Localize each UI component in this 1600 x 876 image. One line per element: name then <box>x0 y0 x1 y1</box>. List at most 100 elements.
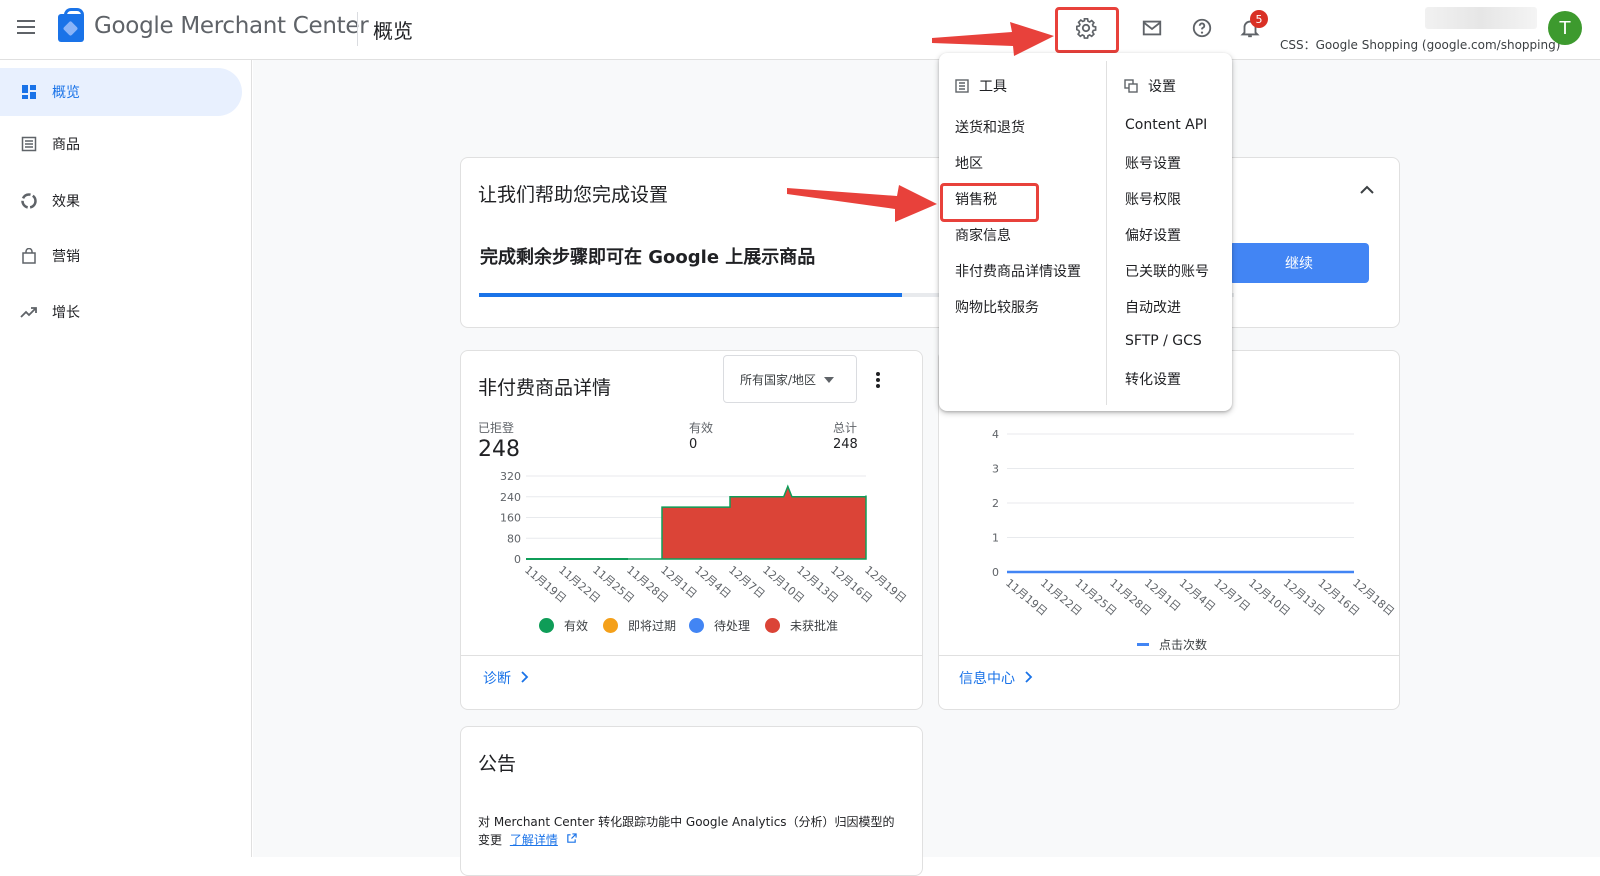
sidebar-item-label: 增长 <box>52 305 80 321</box>
sidebar-item-overview[interactable]: 概览 <box>0 68 242 116</box>
sidebar-item-label: 营销 <box>52 249 80 265</box>
menu-regions[interactable]: 地区 <box>955 153 983 173</box>
sidebar-item-label: 商品 <box>52 137 80 153</box>
y-tick-label: 320 <box>500 470 521 483</box>
menu-shipping-returns[interactable]: 送货和退货 <box>955 117 1025 137</box>
products-area-chart: 08016024032011月19日11月22日11月25日11月28日12月1… <box>500 470 909 605</box>
merchant-center-logo-icon <box>58 8 84 42</box>
settings-highlight-box <box>1055 7 1119 53</box>
legend-pending[interactable]: 待处理 <box>689 617 750 634</box>
stat-label-rejected: 已拒登 <box>478 421 515 435</box>
menu-sftp-gcs[interactable]: SFTP / GCS <box>1125 333 1202 349</box>
menu-conversion-settings[interactable]: 转化设置 <box>1125 369 1181 389</box>
mail-icon[interactable] <box>1136 12 1168 44</box>
settings-dropdown-menu: 工具 送货和退货 地区 销售税 商家信息 非付费商品详情设置 购物比较服务 设置… <box>939 53 1232 411</box>
blurred-account-name <box>1425 7 1537 29</box>
dashboard-link[interactable]: 信息中心 <box>959 668 1033 688</box>
menu-preferences[interactable]: 偏好设置 <box>1125 225 1181 245</box>
menu-linked-accounts[interactable]: 已关联的账号 <box>1125 261 1209 281</box>
sidebar: 概览 商品 效果 营销 增长 <box>0 60 252 857</box>
menu-column-divider <box>1106 61 1107 405</box>
tools-icon <box>955 79 969 93</box>
sidebar-item-label: 效果 <box>52 194 80 210</box>
legend-valid[interactable]: 有效 <box>539 617 588 634</box>
product-details-card: 非付费商品详情 所有国家/地区 已拒登 248 有效 0 总计 248 0 80 1… <box>460 350 923 710</box>
sales-tax-highlight-box <box>940 183 1039 222</box>
dropdown-caret-icon <box>824 372 835 386</box>
card-divider <box>461 655 922 656</box>
sidebar-item-label: 概览 <box>52 85 80 101</box>
avatar[interactable]: T <box>1548 11 1582 45</box>
y-tick-label: 160 <box>500 512 521 525</box>
x-tick-label: 12月7日 <box>726 563 767 601</box>
region-select-value: 所有国家/地区 <box>740 372 817 387</box>
brand-name: Google Merchant Center <box>94 13 369 39</box>
announcement-text-2: 变更 了解详情 <box>478 831 577 848</box>
y-tick-label: 80 <box>507 532 521 545</box>
main-content: 让我们帮助您完成设置 完成剩余步骤即可在 Google 上展示商品 继续 非付费… <box>253 60 1600 876</box>
clicks-line-chart: 0123411月19日11月22日11月25日11月28日12月1日12月4日1… <box>992 428 1397 616</box>
y-tick-label: 0 <box>992 566 999 579</box>
menu-auto-improvements[interactable]: 自动改进 <box>1125 297 1181 317</box>
header-divider <box>357 12 358 46</box>
stat-value-valid: 0 <box>689 437 698 452</box>
menu-free-listings-settings[interactable]: 非付费商品详情设置 <box>955 261 1081 281</box>
setup-subtitle: 完成剩余步骤即可在 Google 上展示商品 <box>480 247 816 268</box>
hamburger-menu-icon[interactable] <box>14 16 38 40</box>
settings-heading: 设置 <box>1124 76 1176 96</box>
y-tick-label: 2 <box>992 497 999 510</box>
trending-up-icon <box>20 303 38 321</box>
css-label: CSS：Google Shopping (google.com/shopping… <box>1280 38 1561 52</box>
stat-label-total: 总计 <box>833 421 858 435</box>
legend-line-icon <box>1137 643 1149 646</box>
donut-icon <box>20 192 38 210</box>
tools-heading: 工具 <box>955 76 1007 96</box>
dashboard-icon <box>20 83 38 101</box>
stat-label-valid: 有效 <box>689 421 714 435</box>
arrow-to-sales-tax-icon <box>787 185 937 222</box>
external-link-icon <box>566 833 577 843</box>
collapse-chevron-icon[interactable] <box>1357 180 1377 204</box>
x-tick-label: 12月4日 <box>692 563 733 601</box>
menu-account-access[interactable]: 账号权限 <box>1125 189 1181 209</box>
legend-expiring[interactable]: 即将过期 <box>603 617 676 634</box>
copy-settings-icon <box>1124 79 1138 93</box>
sidebar-item-products[interactable]: 商品 <box>0 120 242 168</box>
menu-account-settings[interactable]: 账号设置 <box>1125 153 1181 173</box>
more-options-icon[interactable] <box>875 371 881 393</box>
rejected-series-area <box>526 484 867 560</box>
sidebar-item-growth[interactable]: 增长 <box>0 288 242 336</box>
chevron-right-icon <box>521 671 529 683</box>
top-bar: Google Merchant Center 概览 5 CSS：Google S… <box>0 0 1600 60</box>
x-tick-label: 12月4日 <box>1177 576 1218 614</box>
y-tick-label: 4 <box>992 428 999 441</box>
announcement-card: 公告 对 Merchant Center 转化跟踪功能中 Google Anal… <box>460 726 923 876</box>
menu-comparison-shopping[interactable]: 购物比较服务 <box>955 297 1039 317</box>
y-tick-label: 0 <box>514 553 521 566</box>
announcement-title: 公告 <box>478 753 517 775</box>
card-divider <box>939 655 1399 656</box>
chevron-right-icon <box>1025 671 1033 683</box>
legend-clicks[interactable]: 点击次数 <box>1137 636 1207 653</box>
setup-progress-fill <box>479 293 902 297</box>
stat-value-rejected: 248 <box>478 437 520 462</box>
menu-content-api[interactable]: Content API <box>1125 117 1207 133</box>
y-tick-label: 240 <box>500 491 521 504</box>
help-icon[interactable] <box>1186 12 1218 44</box>
bag-icon <box>20 247 38 265</box>
region-select[interactable]: 所有国家/地区 <box>723 355 857 403</box>
sidebar-item-performance[interactable]: 效果 <box>0 177 242 225</box>
x-tick-label: 12月7日 <box>1211 576 1252 614</box>
setup-card-title: 让我们帮助您完成设置 <box>478 184 669 206</box>
diagnostics-link[interactable]: 诊断 <box>483 668 529 688</box>
menu-business-info[interactable]: 商家信息 <box>955 225 1011 245</box>
legend-rejected[interactable]: 未获批准 <box>765 617 838 634</box>
y-tick-label: 1 <box>992 532 999 545</box>
y-tick-label: 3 <box>992 463 999 476</box>
sidebar-item-marketing[interactable]: 营销 <box>0 232 242 280</box>
learn-more-link[interactable]: 了解详情 <box>510 833 558 847</box>
arrow-to-settings-icon <box>932 22 1054 56</box>
list-icon <box>20 135 38 153</box>
stat-value-total: 248 <box>833 437 858 452</box>
continue-button[interactable]: 继续 <box>1229 243 1369 283</box>
